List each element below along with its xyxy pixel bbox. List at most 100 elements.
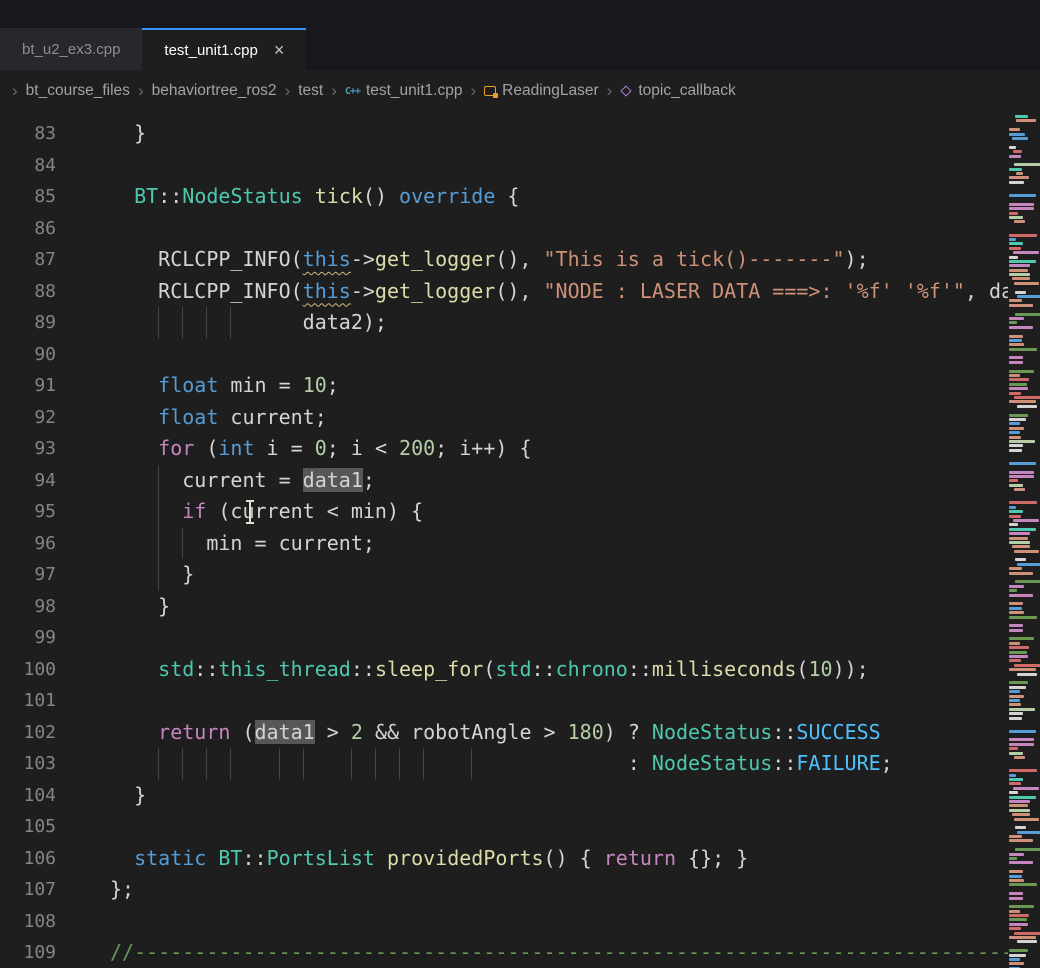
minimap-row (1016, 119, 1036, 122)
breadcrumb-item-bt-course-files[interactable]: bt_course_files (26, 82, 130, 100)
minimap-row (1009, 348, 1037, 351)
code-line[interactable]: 85 BT::NodeStatus tick() override { (0, 181, 1008, 213)
line-number[interactable]: 95 (0, 496, 88, 528)
minimap-row (1008, 286, 1040, 289)
code-line[interactable]: 99 (0, 622, 1008, 654)
indent-guide (182, 307, 183, 339)
line-number[interactable]: 107 (0, 874, 88, 906)
code-line[interactable]: 91 float min = 10; (0, 370, 1008, 402)
code-line[interactable]: 94 current = data1; (0, 465, 1008, 497)
code-token: :: (242, 846, 266, 870)
minimap-row (1009, 624, 1023, 627)
code-line[interactable]: 102 return (data1 > 2 && robotAngle > 18… (0, 717, 1008, 749)
code-line[interactable]: 107}; (0, 874, 1008, 906)
line-number[interactable]: 88 (0, 276, 88, 308)
line-number[interactable]: 98 (0, 591, 88, 623)
chevron-right-icon: › (138, 81, 144, 101)
code-line[interactable]: 106 static BT::PortsList providedPorts()… (0, 843, 1008, 875)
minimap-row (1009, 383, 1027, 386)
code-token: 2 (351, 720, 363, 744)
minimap-row (1009, 695, 1024, 698)
editor[interactable]: 83 }8485 BT::NodeStatus tick() override … (0, 112, 1040, 968)
line-number[interactable]: 91 (0, 370, 88, 402)
code-line[interactable]: 109//-----------------------------------… (0, 937, 1008, 968)
code-line[interactable]: 87 RCLCPP_INFO(this->get_logger(), "This… (0, 244, 1008, 276)
code-line[interactable]: 93 for (int i = 0; i < 200; i++) { (0, 433, 1008, 465)
minimap-row (1009, 791, 1018, 794)
line-number[interactable]: 105 (0, 811, 88, 843)
line-number[interactable]: 84 (0, 150, 88, 182)
minimap-row (1009, 774, 1016, 777)
line-number[interactable]: 83 (0, 118, 88, 150)
code-line[interactable]: 108 (0, 906, 1008, 938)
line-number[interactable]: 89 (0, 307, 88, 339)
line-number[interactable]: 93 (0, 433, 88, 465)
code-line[interactable]: 103 : NodeStatus::FAILURE; (0, 748, 1008, 780)
breadcrumb-item-test-unit1-cpp[interactable]: C++test_unit1.cpp (345, 82, 463, 100)
cpp-file-icon: C++ (345, 86, 360, 97)
minimap-row (1009, 370, 1034, 373)
code-line[interactable]: 89 data2); (0, 307, 1008, 339)
line-number[interactable]: 90 (0, 339, 88, 371)
minimap-row (1009, 449, 1022, 452)
code-line[interactable]: 84 (0, 150, 1008, 182)
code-token: current; (218, 405, 326, 429)
line-number[interactable]: 99 (0, 622, 88, 654)
code-token: () { (544, 846, 604, 870)
code-text: data2); (88, 307, 1008, 339)
line-number[interactable]: 101 (0, 685, 88, 717)
code-line[interactable]: 86 (0, 213, 1008, 245)
code-line[interactable]: 83 } (0, 118, 1008, 150)
line-number[interactable]: 85 (0, 181, 88, 213)
line-number[interactable]: 109 (0, 937, 88, 968)
minimap-row (1009, 699, 1020, 702)
line-number[interactable]: 100 (0, 654, 88, 686)
code-token: NodeStatus (652, 751, 772, 775)
code-line[interactable]: 101 (0, 685, 1008, 717)
line-number[interactable]: 103 (0, 748, 88, 780)
code-token: : (110, 751, 652, 775)
minimap-row (1009, 809, 1030, 812)
minimap-row (1009, 501, 1037, 504)
breadcrumb-item-readinglaser[interactable]: ReadingLaser (484, 82, 599, 100)
code-text: min = current; (88, 528, 1008, 560)
breadcrumb-item-topic-callback[interactable]: topic_callback (620, 82, 735, 100)
minimap[interactable] (1008, 112, 1040, 968)
line-number[interactable]: 97 (0, 559, 88, 591)
tab-bt-u2-ex3[interactable]: bt_u2_ex3.cpp (0, 28, 142, 70)
line-number[interactable]: 92 (0, 402, 88, 434)
code-lines[interactable]: 83 }8485 BT::NodeStatus tick() override … (0, 112, 1008, 968)
minimap-row (1017, 831, 1040, 834)
tab-test-unit1[interactable]: test_unit1.cpp × (142, 28, 306, 70)
code-line[interactable]: 95 if (current < min) { (0, 496, 1008, 528)
code-token: int (218, 436, 254, 460)
breadcrumb-item-behaviortree-ros2[interactable]: behaviortree_ros2 (152, 82, 277, 100)
code-line[interactable]: 88 RCLCPP_INFO(this->get_logger(), "NODE… (0, 276, 1008, 308)
line-number[interactable]: 108 (0, 906, 88, 938)
code-line[interactable]: 96 min = current; (0, 528, 1008, 560)
code-line[interactable]: 90 (0, 339, 1008, 371)
code-line[interactable]: 105 (0, 811, 1008, 843)
line-number[interactable]: 86 (0, 213, 88, 245)
line-number[interactable]: 106 (0, 843, 88, 875)
minimap-row (1009, 462, 1036, 465)
code-line[interactable]: 100 std::this_thread::sleep_for(std::chr… (0, 654, 1008, 686)
close-icon[interactable]: × (274, 41, 285, 59)
code-line[interactable]: 97 } (0, 559, 1008, 591)
minimap-row (1008, 229, 1040, 232)
line-number[interactable]: 102 (0, 717, 88, 749)
line-number[interactable]: 87 (0, 244, 88, 276)
code-text: BT::NodeStatus tick() override { (88, 181, 1008, 213)
code-line[interactable]: 104 } (0, 780, 1008, 812)
minimap-row (1009, 260, 1036, 263)
minimap-row (1009, 146, 1016, 149)
breadcrumb-item-test[interactable]: test (298, 82, 323, 100)
line-number[interactable]: 96 (0, 528, 88, 560)
code-line[interactable]: 98 } (0, 591, 1008, 623)
minimap-row (1009, 910, 1020, 913)
minimap-row (1017, 563, 1040, 566)
minimap-row (1008, 598, 1040, 601)
line-number[interactable]: 104 (0, 780, 88, 812)
code-line[interactable]: 92 float current; (0, 402, 1008, 434)
line-number[interactable]: 94 (0, 465, 88, 497)
